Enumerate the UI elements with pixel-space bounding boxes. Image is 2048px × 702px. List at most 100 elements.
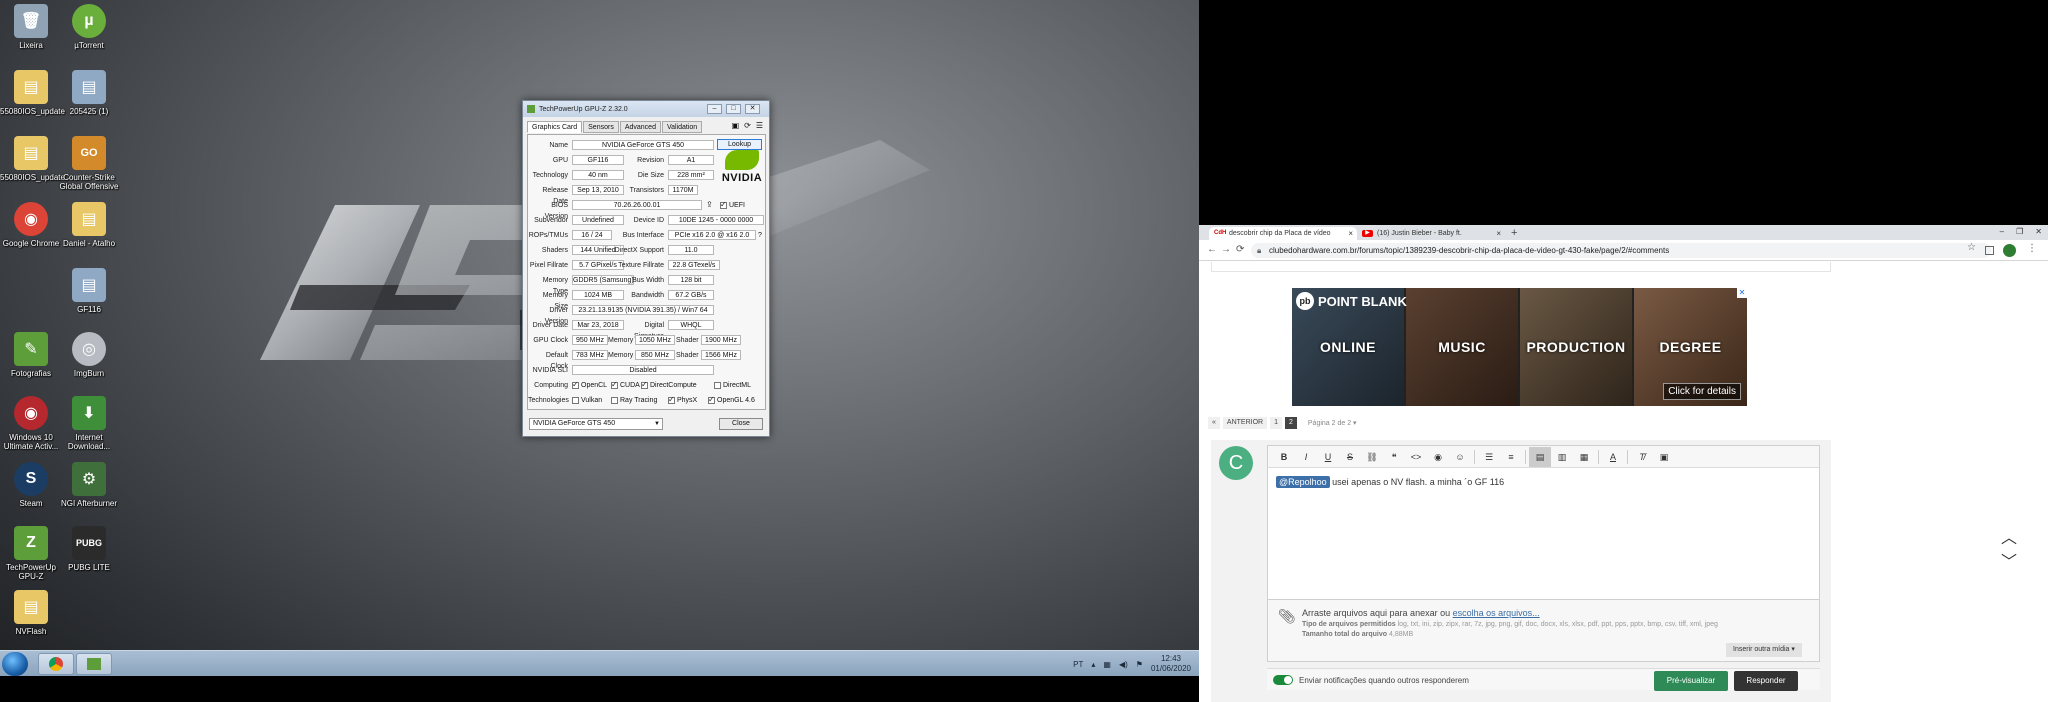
refresh-icon[interactable]: ⟳ [744,121,751,130]
desktop-icon-pubg[interactable]: PUBG PUBG LITE [58,526,120,572]
directml-checkbox[interactable] [714,381,721,389]
desktop-icon-nvflash[interactable]: ▤ NVFlash [0,590,62,636]
profile-avatar[interactable] [2003,244,2016,257]
editor-content[interactable]: @Repolhoo usei apenas o NV flash. a minh… [1276,476,1504,488]
source-icon[interactable]: ▣ [1653,447,1675,467]
volume-icon[interactable]: ◀) [1119,660,1128,669]
quote-icon[interactable]: ❝ [1383,447,1405,467]
uefi-checkbox[interactable] [720,199,727,210]
tab-graphics-card[interactable]: Graphics Card [527,121,583,133]
minimize-icon[interactable]: – [2000,227,2004,236]
kebab-menu-icon[interactable]: ⋮ [2027,243,2037,254]
strikethrough-icon[interactable]: S [1339,447,1361,467]
underline-icon[interactable]: U [1317,447,1339,467]
pagination-first-icon[interactable]: « [1208,417,1220,429]
desktop-icon-afterburner[interactable]: ⚙ NGI Afterburner [58,462,120,508]
desktop-icon-chrome[interactable]: ◉ Google Chrome [0,202,62,248]
bold-icon[interactable]: B [1273,447,1295,467]
close-icon[interactable]: ✕ [2035,227,2042,236]
align-left-icon[interactable]: ▤ [1529,446,1551,467]
taskbar-chrome[interactable] [38,653,74,675]
emoji-icon[interactable]: ☺ [1449,447,1471,467]
close-icon[interactable]: × [1348,227,1353,240]
align-center-icon[interactable]: ▥ [1551,447,1573,467]
gpu-select-dropdown[interactable]: NVIDIA GeForce GTS 450 ▼ [529,418,663,430]
start-button[interactable] [2,652,28,676]
clear-format-icon[interactable]: T̸ [1631,447,1653,467]
desktop-icon-recycle-bin[interactable]: 🗑 Lixeira [0,4,62,50]
close-icon[interactable]: ✕ [745,104,760,114]
browser-tab-youtube[interactable]: ▶ (16) Justin Bieber - Baby ft. × [1357,227,1505,240]
desktop-icon-steam[interactable]: S Steam [0,462,62,508]
bookmark-star-icon[interactable]: ☆ [1967,242,1976,253]
vulkan-checkbox[interactable] [572,396,579,404]
attachment-dropzone[interactable]: 📎︎ Arraste arquivos aqui para anexar ou … [1267,600,1820,662]
desktop-icon-idm[interactable]: ⬇ Internet Download... [58,396,120,451]
desktop-icon-photos[interactable]: ✎ Fotografias [0,332,62,378]
desktop-icon-csgo[interactable]: GO Counter-Strike Global Offensive [58,136,120,191]
desktop-icon-activator[interactable]: ◉ Windows 10 Ultimate Activ... [0,396,62,451]
italic-icon[interactable]: I [1295,447,1317,467]
close-icon[interactable]: × [1496,227,1501,240]
ad-cta[interactable]: Click for details [1663,383,1741,400]
choose-files-link[interactable]: escolha os arquivos... [1453,608,1540,618]
reload-icon[interactable]: ⟳ [1236,244,1244,255]
ad-close-icon[interactable]: ✕ [1737,288,1747,298]
chevron-up-icon[interactable]: ▴ [1091,660,1095,669]
desktop-icon-folder[interactable]: ▤ 55080IOS_update [0,70,65,116]
pagination-page-1[interactable]: 1 [1270,417,1282,429]
text-color-icon[interactable]: A [1602,447,1624,467]
tab-advanced[interactable]: Advanced [619,121,661,133]
extension-icon[interactable] [1985,246,1994,255]
menu-icon[interactable]: ☰ [756,121,763,130]
taskbar-gpuz[interactable] [76,653,112,675]
insert-media-button[interactable]: Inserir outra mídia ▾ [1726,643,1802,657]
directcompute-checkbox[interactable] [641,379,648,390]
clock[interactable]: 12:43 01/06/2020 [1151,654,1191,674]
camera-icon[interactable]: ▣ [732,121,740,130]
flag-icon[interactable]: ⚑ [1136,660,1143,669]
desktop-icon-file[interactable]: ▤ GF116 [58,268,120,314]
pagination-prev[interactable]: ANTERIOR [1222,417,1268,429]
align-right-icon[interactable]: ▦ [1573,447,1595,467]
desktop-icon-file[interactable]: ▤ 205425 (1) [58,70,120,116]
scroll-to-top-icon[interactable]: ︿ [2001,524,2017,548]
language-indicator[interactable]: PT [1073,660,1083,669]
desktop-icon-imgburn[interactable]: ◎ ImgBurn [58,332,120,378]
physx-checkbox[interactable] [668,394,675,405]
help-icon[interactable]: ? [758,230,762,241]
desktop-icon-gpuz[interactable]: Z TechPowerUp GPU-Z [0,526,62,581]
bullet-list-icon[interactable]: ☰ [1478,447,1500,467]
share-icon[interactable]: ⇪ [706,200,713,209]
link-icon[interactable]: ⛓ [1361,447,1383,467]
address-bar[interactable]: 🔒︎ clubedohardware.com.br/forums/topic/1… [1251,243,1991,258]
network-icon[interactable]: ▦ [1103,660,1111,669]
desktop-icon-folder[interactable]: ▤ 55080IOS_update [0,136,65,182]
gpuz-titlebar[interactable]: TechPowerUp GPU-Z 2.32.0 – □ ✕ [523,101,769,117]
desktop-icon-folder-shortcut[interactable]: ▤ Daniel - Atalho [58,202,120,248]
tab-validation[interactable]: Validation [661,121,703,133]
maximize-icon[interactable]: □ [726,104,741,114]
desktop-icon-utorrent[interactable]: µ µTorrent [58,4,120,50]
ad-banner[interactable]: ONLINE MUSIC PRODUCTION DEGREE pb POINT … [1292,288,1747,406]
opengl-checkbox[interactable] [708,394,715,405]
raytracing-checkbox[interactable] [611,396,618,404]
code-icon[interactable]: <> [1405,447,1427,467]
spoiler-icon[interactable]: ◉ [1427,447,1449,467]
new-tab-button[interactable]: + [1505,227,1517,240]
tab-sensors[interactable]: Sensors [583,121,619,133]
browser-tab-forum[interactable]: CdH descobrir chip da Placa de vídeo × [1209,227,1357,240]
notify-toggle[interactable] [1273,675,1293,685]
preview-button[interactable]: Pré-visualizar [1654,671,1728,691]
opencl-checkbox[interactable] [572,379,579,390]
cuda-checkbox[interactable] [611,379,618,390]
restore-icon[interactable]: ❐ [2016,227,2023,236]
pagination-jump[interactable]: Página 2 de 2 ▾ [1300,419,1357,427]
pagination-page-2[interactable]: 2 [1284,417,1297,429]
close-button[interactable]: Close [719,418,763,430]
forward-icon[interactable]: → [1221,244,1231,255]
minimize-icon[interactable]: – [707,104,722,114]
back-icon[interactable]: ← [1207,244,1217,255]
numbered-list-icon[interactable]: ≡ [1500,447,1522,467]
scroll-to-bottom-icon[interactable]: ﹀ [2001,548,2017,572]
